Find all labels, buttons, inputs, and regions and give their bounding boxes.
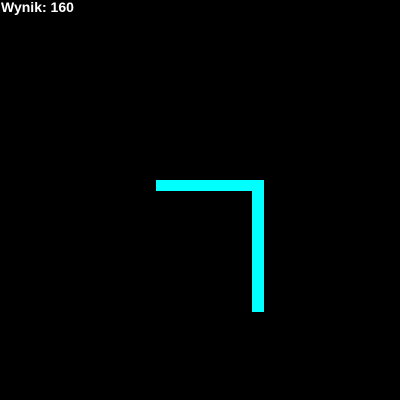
- snake: [156, 180, 264, 312]
- game-canvas[interactable]: Wynik: 160: [0, 0, 400, 400]
- game-board: [156, 180, 264, 312]
- snake-segment-horizontal: [156, 180, 264, 191]
- snake-segment-vertical: [252, 180, 264, 312]
- score-label: Wynik: 160: [1, 0, 74, 15]
